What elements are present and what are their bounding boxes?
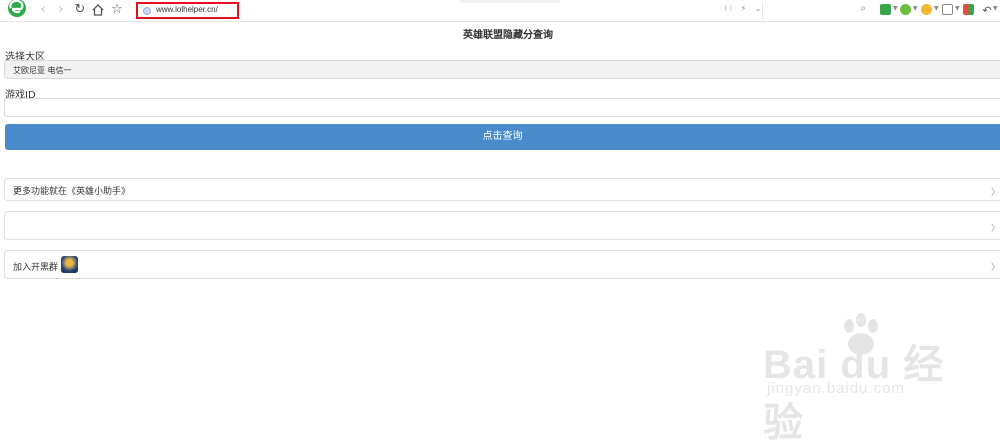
query-button[interactable]: 点击查询 [5,124,1000,150]
browser-logo-icon [8,0,26,17]
card-join-group[interactable]: 加入开黑群 〉 [4,250,1000,279]
address-bar[interactable]: www.lolhelper.cn/ [136,2,239,19]
chevron-down-icon[interactable]: ▼ [913,5,918,12]
watermark-url: jingyan.baidu.com [767,380,905,397]
url-text: www.lolhelper.cn/ [156,5,218,14]
group-avatar-icon [61,256,78,273]
extension-game-icon[interactable] [942,4,953,15]
card-label: 加入开黑群 [13,263,59,273]
site-globe-icon [143,7,151,15]
search-icon: ⌕ [860,3,866,14]
baidu-jingyan-watermark: Bai du 经验 jingyan.baidu.com [755,312,955,445]
card-empty[interactable]: 〉 [4,211,1000,240]
back-icon[interactable]: ‹ [36,3,50,17]
address-bar-extension[interactable] [241,2,760,19]
chevron-down-icon[interactable]: ▼ [934,5,939,12]
gameid-input[interactable] [4,98,1000,117]
extension-apps-icon[interactable] [963,4,974,15]
chevron-down-icon[interactable]: ▼ [955,5,960,12]
region-select[interactable]: 艾欧尼亚 电信一 [4,60,1000,79]
browser-toolbar: ‹ › ↻ ☆ www.lolhelper.cn/ ⁝⁝ ⚡ ⌄ ⌕ ▼ ▼ ▼… [0,0,1000,22]
extension-face-icon[interactable] [921,4,932,15]
home-icon[interactable] [91,3,105,17]
chevron-right-icon: 〉 [990,263,1000,273]
chevron-right-icon: 〉 [990,224,1000,234]
extension-scissors-icon[interactable] [880,4,891,15]
chevron-down-icon[interactable]: ▼ [993,5,998,12]
favorite-star-icon[interactable]: ☆ [110,3,124,17]
address-tools-icons[interactable]: ⁝⁝ ⚡ ⌄ [724,4,765,13]
chevron-down-icon[interactable]: ▼ [893,5,898,12]
region-select-value: 艾欧尼亚 电信一 [13,66,72,75]
card-label: 更多功能就在《英雄小助手》 [13,187,131,197]
forward-icon[interactable]: › [54,3,68,17]
page-title: 英雄联盟隐藏分查询 [463,30,553,41]
undo-icon[interactable]: ↶ [980,4,994,18]
chevron-right-icon: 〉 [990,188,1000,198]
extension-money-icon[interactable] [900,4,911,15]
browser-search-box[interactable]: ⌕ [762,2,870,19]
card-more-features[interactable]: 更多功能就在《英雄小助手》 〉 [4,178,1000,201]
reload-icon[interactable]: ↻ [73,3,87,17]
